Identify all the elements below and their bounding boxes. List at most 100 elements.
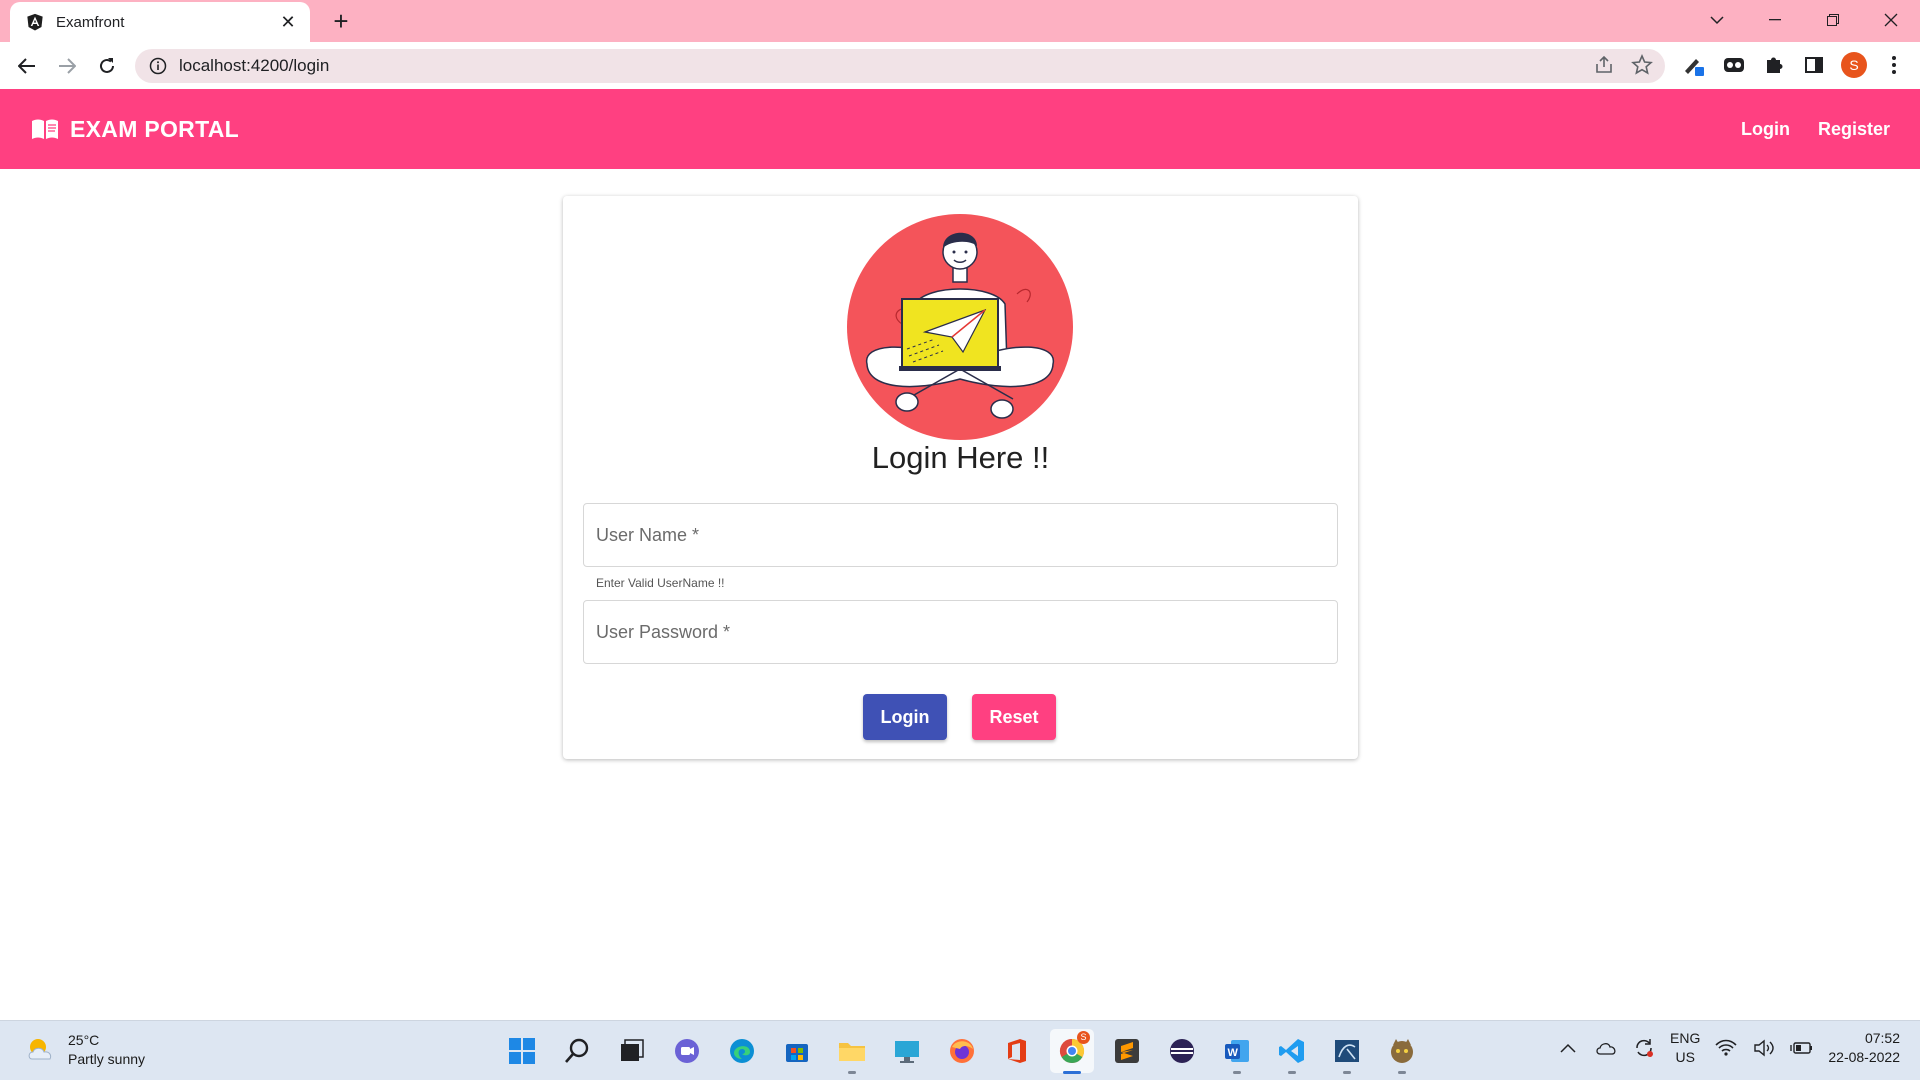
temperature: 25°C [68, 1032, 100, 1048]
battery-icon [1790, 1042, 1813, 1054]
angular-icon [27, 13, 43, 31]
edge-button[interactable] [720, 1029, 764, 1073]
teams-icon [675, 1039, 699, 1063]
desktop-icon [895, 1041, 919, 1063]
battery-button[interactable] [1790, 1036, 1814, 1060]
tomcat-button[interactable] [1380, 1029, 1424, 1074]
desktop-button[interactable] [885, 1029, 929, 1073]
side-panel-icon [1805, 57, 1823, 73]
extension-mask-button[interactable] [1720, 51, 1748, 79]
extensions-button[interactable] [1760, 51, 1788, 79]
minimize-button[interactable] [1746, 0, 1804, 40]
running-indicator [1343, 1071, 1351, 1074]
word-button[interactable]: W [1215, 1029, 1259, 1074]
password-input[interactable] [584, 601, 1337, 663]
share-icon[interactable] [1593, 54, 1615, 76]
tomcat-icon [1391, 1039, 1413, 1063]
eclipse-button[interactable] [1160, 1029, 1204, 1073]
language-secondary: US [1675, 1049, 1695, 1065]
brand-title: EXAM PORTAL [70, 115, 239, 142]
office-button[interactable] [995, 1029, 1039, 1073]
svg-text:W: W [1228, 1047, 1239, 1059]
omnibox-actions [1593, 54, 1653, 76]
mask-extension-icon [1724, 58, 1744, 72]
weather-widget[interactable]: 25°C Partly sunny [24, 1031, 145, 1069]
task-view-icon [621, 1039, 644, 1061]
teams-button[interactable] [665, 1029, 709, 1073]
language-primary: ENG [1670, 1030, 1701, 1046]
close-icon[interactable]: ✕ [278, 12, 298, 33]
sync-button[interactable] [1632, 1036, 1656, 1060]
onedrive-button[interactable] [1594, 1036, 1618, 1060]
show-hidden-icons-button[interactable] [1556, 1036, 1580, 1060]
volume-button[interactable] [1752, 1036, 1776, 1060]
file-explorer-icon [839, 1043, 865, 1061]
restore-button[interactable] [1804, 0, 1862, 40]
sublime-button[interactable] [1105, 1029, 1149, 1073]
nav-login-link[interactable]: Login [1741, 119, 1790, 140]
wifi-button[interactable] [1714, 1036, 1738, 1060]
username-field[interactable] [583, 503, 1338, 567]
profile-button[interactable]: S [1840, 51, 1868, 79]
star-icon[interactable] [1631, 54, 1653, 76]
restore-icon [1827, 14, 1839, 26]
close-window-button[interactable] [1862, 0, 1920, 40]
tab-search-button[interactable] [1688, 0, 1746, 40]
chevron-up-icon [1560, 1043, 1576, 1053]
brand[interactable]: EXAM PORTAL [30, 114, 239, 144]
vscode-button[interactable] [1270, 1029, 1314, 1074]
chevron-down-icon [1710, 16, 1724, 25]
puzzle-icon [1767, 57, 1783, 73]
firefox-icon [950, 1039, 974, 1063]
back-button[interactable] [12, 51, 42, 81]
menu-button[interactable] [1880, 51, 1908, 79]
reset-button[interactable]: Reset [972, 694, 1056, 740]
pen-extension-icon [1685, 59, 1704, 76]
login-illustration [847, 214, 1073, 440]
extension-pen-button[interactable] [1680, 51, 1708, 79]
firefox-button[interactable] [940, 1029, 984, 1073]
nav-register-link[interactable]: Register [1818, 119, 1890, 140]
store-button[interactable] [775, 1029, 819, 1073]
info-icon[interactable] [149, 57, 167, 75]
username-input[interactable] [584, 504, 1337, 566]
chrome-profile-badge: S [1077, 1031, 1090, 1044]
clock[interactable]: 07:52 22-08-2022 [1828, 1029, 1900, 1067]
browser-tab[interactable]: Examfront ✕ [10, 2, 310, 42]
weather-text: 25°C Partly sunny [68, 1031, 145, 1069]
partly-sunny-icon [28, 1039, 52, 1060]
store-icon [786, 1044, 808, 1062]
close-icon [1884, 13, 1898, 27]
file-explorer-button[interactable] [830, 1029, 874, 1074]
sublime-icon [1115, 1039, 1139, 1063]
start-button[interactable] [500, 1029, 544, 1073]
login-card: Login Here !! Enter Valid UserName !! Lo… [563, 196, 1358, 759]
plus-icon[interactable]: + [326, 6, 356, 36]
search-button[interactable] [555, 1029, 599, 1073]
clock-time: 07:52 [1864, 1030, 1900, 1046]
reload-icon [100, 58, 114, 73]
back-icon [18, 58, 35, 74]
mysql-button[interactable] [1325, 1029, 1369, 1074]
address-bar[interactable]: localhost:4200/login [135, 49, 1665, 83]
forward-button[interactable] [52, 51, 82, 81]
password-field[interactable] [583, 600, 1338, 664]
side-panel-button[interactable] [1800, 51, 1828, 79]
task-view-button[interactable] [610, 1029, 654, 1073]
system-tray: ENG US 07:52 22-08-2022 [1556, 1029, 1900, 1067]
taskbar-apps: S W [500, 1029, 1424, 1074]
sync-icon [1636, 1039, 1654, 1057]
running-indicator [1398, 1071, 1406, 1074]
login-button[interactable]: Login [863, 694, 947, 740]
volume-icon [1754, 1039, 1775, 1057]
wifi-icon [1715, 1039, 1737, 1056]
windows-taskbar: 25°C Partly sunny S W ENG US 07:52 22-08… [0, 1020, 1920, 1080]
office-icon [1008, 1039, 1026, 1063]
username-hint: Enter Valid UserName !! [596, 576, 725, 590]
reload-button[interactable] [92, 51, 122, 81]
running-indicator [848, 1071, 856, 1074]
chrome-button[interactable]: S [1050, 1029, 1094, 1074]
language-indicator[interactable]: ENG US [1670, 1029, 1700, 1067]
word-icon: W [1225, 1040, 1249, 1062]
minimize-icon [1769, 19, 1781, 21]
